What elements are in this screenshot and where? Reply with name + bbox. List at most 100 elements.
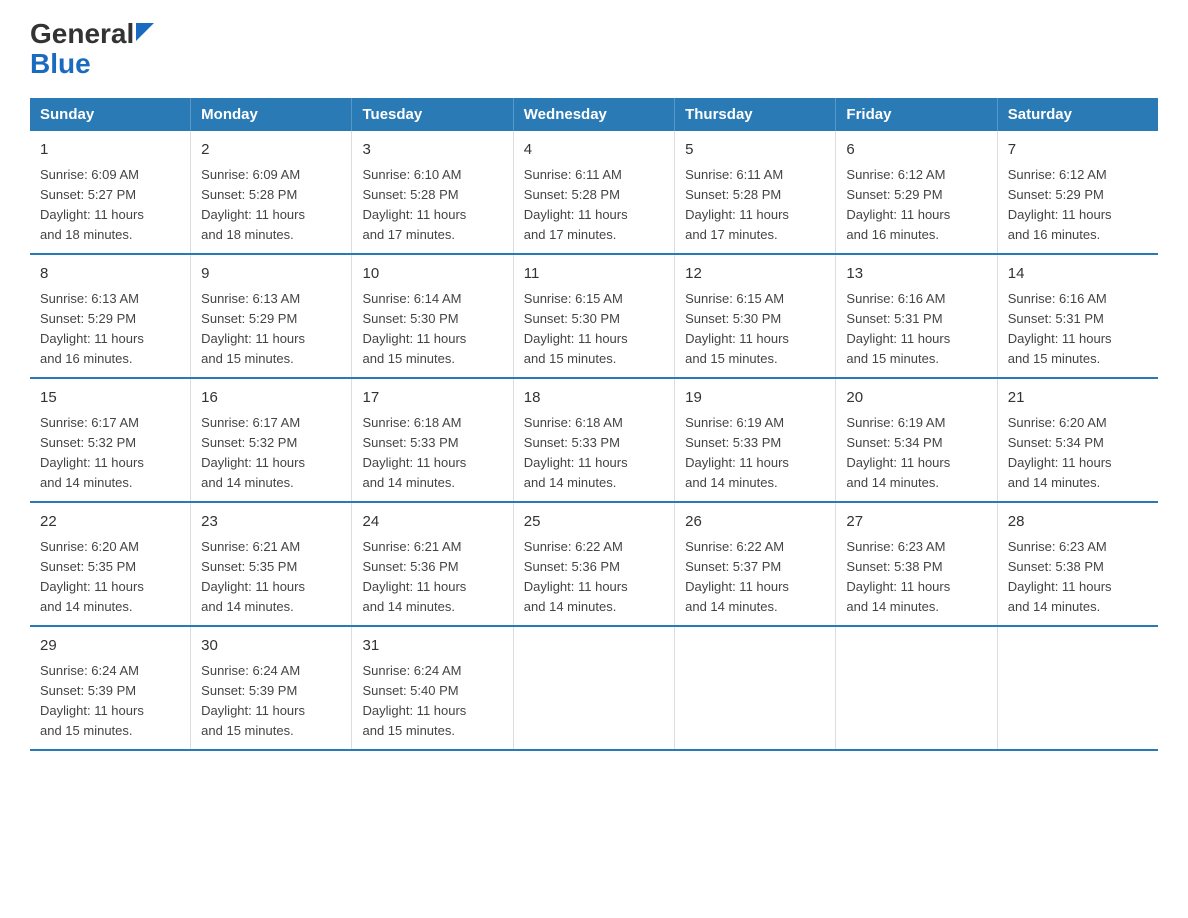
day-number: 17 — [362, 387, 502, 410]
day-info: Sunrise: 6:23 AMSunset: 5:38 PMDaylight:… — [846, 537, 986, 618]
col-header-monday: Monday — [191, 98, 352, 131]
calendar-header-row: SundayMondayTuesdayWednesdayThursdayFrid… — [30, 98, 1158, 131]
calendar-cell: 28Sunrise: 6:23 AMSunset: 5:38 PMDayligh… — [997, 502, 1158, 626]
calendar-cell: 6Sunrise: 6:12 AMSunset: 5:29 PMDaylight… — [836, 131, 997, 254]
day-info: Sunrise: 6:19 AMSunset: 5:34 PMDaylight:… — [846, 413, 986, 494]
day-number: 12 — [685, 263, 825, 286]
day-info: Sunrise: 6:11 AMSunset: 5:28 PMDaylight:… — [524, 165, 664, 246]
day-number: 1 — [40, 139, 180, 162]
calendar-cell: 23 Sunrise: 6:21 AMSunset: 5:35 PMDayligh… — [191, 502, 352, 626]
day-number: 27 — [846, 511, 986, 534]
day-number: 28 — [1008, 511, 1148, 534]
calendar-cell: 16Sunrise: 6:17 AMSunset: 5:32 PMDayligh… — [191, 378, 352, 502]
calendar-cell: 5Sunrise: 6:11 AMSunset: 5:28 PMDaylight… — [675, 131, 836, 254]
col-header-sunday: Sunday — [30, 98, 191, 131]
calendar-week-row: 1Sunrise: 6:09 AMSunset: 5:27 PMDaylight… — [30, 131, 1158, 254]
calendar-cell: 12 Sunrise: 6:15 AMSunset: 5:30 PMDayligh… — [675, 254, 836, 378]
day-info: Sunrise: 6:20 AMSunset: 5:34 PMDaylight:… — [1008, 413, 1148, 494]
day-number: 7 — [1008, 139, 1148, 162]
day-info: Sunrise: 6:22 AMSunset: 5:37 PMDaylight:… — [685, 537, 825, 618]
col-header-saturday: Saturday — [997, 98, 1158, 131]
calendar-cell — [997, 626, 1158, 750]
day-number: 10 — [362, 263, 502, 286]
calendar-week-row: 8 Sunrise: 6:13 AMSunset: 5:29 PMDaylight… — [30, 254, 1158, 378]
logo-general: General — [30, 20, 134, 48]
day-number: 26 — [685, 511, 825, 534]
day-info: Sunrise: 6:10 AMSunset: 5:28 PMDaylight:… — [362, 165, 502, 246]
calendar-cell: 10 Sunrise: 6:14 AMSunset: 5:30 PMDayligh… — [352, 254, 513, 378]
day-number: 18 — [524, 387, 664, 410]
day-number: 24 — [362, 511, 502, 534]
calendar-cell: 24 Sunrise: 6:21 AMSunset: 5:36 PMDayligh… — [352, 502, 513, 626]
day-number: 21 — [1008, 387, 1148, 410]
calendar-cell — [513, 626, 674, 750]
day-info: Sunrise: 6:24 AMSunset: 5:39 PMDaylight:… — [201, 661, 341, 742]
day-number: 20 — [846, 387, 986, 410]
day-info: Sunrise: 6:13 AMSunset: 5:29 PMDaylight:… — [40, 289, 180, 370]
calendar-cell: 8 Sunrise: 6:13 AMSunset: 5:29 PMDaylight… — [30, 254, 191, 378]
col-header-friday: Friday — [836, 98, 997, 131]
day-number: 30 — [201, 635, 341, 658]
day-number: 3 — [362, 139, 502, 162]
calendar-cell: 26 Sunrise: 6:22 AMSunset: 5:37 PMDayligh… — [675, 502, 836, 626]
logo-blue: Blue — [30, 48, 91, 79]
calendar-cell — [675, 626, 836, 750]
calendar-cell: 27 Sunrise: 6:23 AMSunset: 5:38 PMDayligh… — [836, 502, 997, 626]
day-info: Sunrise: 6:21 AMSunset: 5:35 PMDaylight:… — [201, 537, 341, 618]
calendar-cell: 29 Sunrise: 6:24 AMSunset: 5:39 PMDayligh… — [30, 626, 191, 750]
calendar-cell: 18 Sunrise: 6:18 AMSunset: 5:33 PMDayligh… — [513, 378, 674, 502]
day-info: Sunrise: 6:14 AMSunset: 5:30 PMDaylight:… — [362, 289, 502, 370]
day-number: 14 — [1008, 263, 1148, 286]
day-info: Sunrise: 6:15 AMSunset: 5:30 PMDaylight:… — [685, 289, 825, 370]
day-number: 4 — [524, 139, 664, 162]
day-info: Sunrise: 6:19 AMSunset: 5:33 PMDaylight:… — [685, 413, 825, 494]
day-number: 15 — [40, 387, 180, 410]
day-info: Sunrise: 6:24 AMSunset: 5:39 PMDaylight:… — [40, 661, 180, 742]
day-info: Sunrise: 6:16 AMSunset: 5:31 PMDaylight:… — [1008, 289, 1148, 370]
day-info: Sunrise: 6:18 AMSunset: 5:33 PMDaylight:… — [524, 413, 664, 494]
col-header-tuesday: Tuesday — [352, 98, 513, 131]
calendar-cell: 4 Sunrise: 6:11 AMSunset: 5:28 PMDaylight… — [513, 131, 674, 254]
day-info: Sunrise: 6:15 AMSunset: 5:30 PMDaylight:… — [524, 289, 664, 370]
day-number: 25 — [524, 511, 664, 534]
calendar-cell: 17 Sunrise: 6:18 AMSunset: 5:33 PMDayligh… — [352, 378, 513, 502]
calendar-week-row: 15 Sunrise: 6:17 AMSunset: 5:32 PMDayligh… — [30, 378, 1158, 502]
calendar-week-row: 29 Sunrise: 6:24 AMSunset: 5:39 PMDayligh… — [30, 626, 1158, 750]
calendar-cell: 22Sunrise: 6:20 AMSunset: 5:35 PMDayligh… — [30, 502, 191, 626]
calendar-cell: 1Sunrise: 6:09 AMSunset: 5:27 PMDaylight… — [30, 131, 191, 254]
col-header-thursday: Thursday — [675, 98, 836, 131]
logo-arrow-icon — [136, 23, 154, 41]
calendar-cell — [836, 626, 997, 750]
calendar-cell: 7Sunrise: 6:12 AMSunset: 5:29 PMDaylight… — [997, 131, 1158, 254]
day-number: 29 — [40, 635, 180, 658]
calendar-cell: 15 Sunrise: 6:17 AMSunset: 5:32 PMDayligh… — [30, 378, 191, 502]
day-number: 11 — [524, 263, 664, 286]
calendar-cell: 11 Sunrise: 6:15 AMSunset: 5:30 PMDayligh… — [513, 254, 674, 378]
day-number: 6 — [846, 139, 986, 162]
day-number: 23 — [201, 511, 341, 534]
calendar-cell: 13Sunrise: 6:16 AMSunset: 5:31 PMDayligh… — [836, 254, 997, 378]
day-number: 9 — [201, 263, 341, 286]
calendar-cell: 9 Sunrise: 6:13 AMSunset: 5:29 PMDaylight… — [191, 254, 352, 378]
day-info: Sunrise: 6:17 AMSunset: 5:32 PMDaylight:… — [201, 413, 341, 494]
col-header-wednesday: Wednesday — [513, 98, 674, 131]
day-info: Sunrise: 6:20 AMSunset: 5:35 PMDaylight:… — [40, 537, 180, 618]
calendar-cell: 3 Sunrise: 6:10 AMSunset: 5:28 PMDaylight… — [352, 131, 513, 254]
page-header: General Blue — [30, 20, 1158, 80]
day-info: Sunrise: 6:18 AMSunset: 5:33 PMDaylight:… — [362, 413, 502, 494]
day-info: Sunrise: 6:21 AMSunset: 5:36 PMDaylight:… — [362, 537, 502, 618]
calendar-cell: 19 Sunrise: 6:19 AMSunset: 5:33 PMDayligh… — [675, 378, 836, 502]
day-number: 19 — [685, 387, 825, 410]
calendar-table: SundayMondayTuesdayWednesdayThursdayFrid… — [30, 98, 1158, 751]
day-info: Sunrise: 6:13 AMSunset: 5:29 PMDaylight:… — [201, 289, 341, 370]
day-info: Sunrise: 6:24 AMSunset: 5:40 PMDaylight:… — [362, 661, 502, 742]
calendar-cell: 14 Sunrise: 6:16 AMSunset: 5:31 PMDayligh… — [997, 254, 1158, 378]
day-number: 8 — [40, 263, 180, 286]
day-info: Sunrise: 6:09 AMSunset: 5:28 PMDaylight:… — [201, 165, 341, 246]
day-info: Sunrise: 6:16 AMSunset: 5:31 PMDaylight:… — [846, 289, 986, 370]
calendar-cell: 31Sunrise: 6:24 AMSunset: 5:40 PMDayligh… — [352, 626, 513, 750]
logo: General Blue — [30, 20, 154, 80]
day-number: 2 — [201, 139, 341, 162]
day-info: Sunrise: 6:17 AMSunset: 5:32 PMDaylight:… — [40, 413, 180, 494]
calendar-cell: 25Sunrise: 6:22 AMSunset: 5:36 PMDayligh… — [513, 502, 674, 626]
